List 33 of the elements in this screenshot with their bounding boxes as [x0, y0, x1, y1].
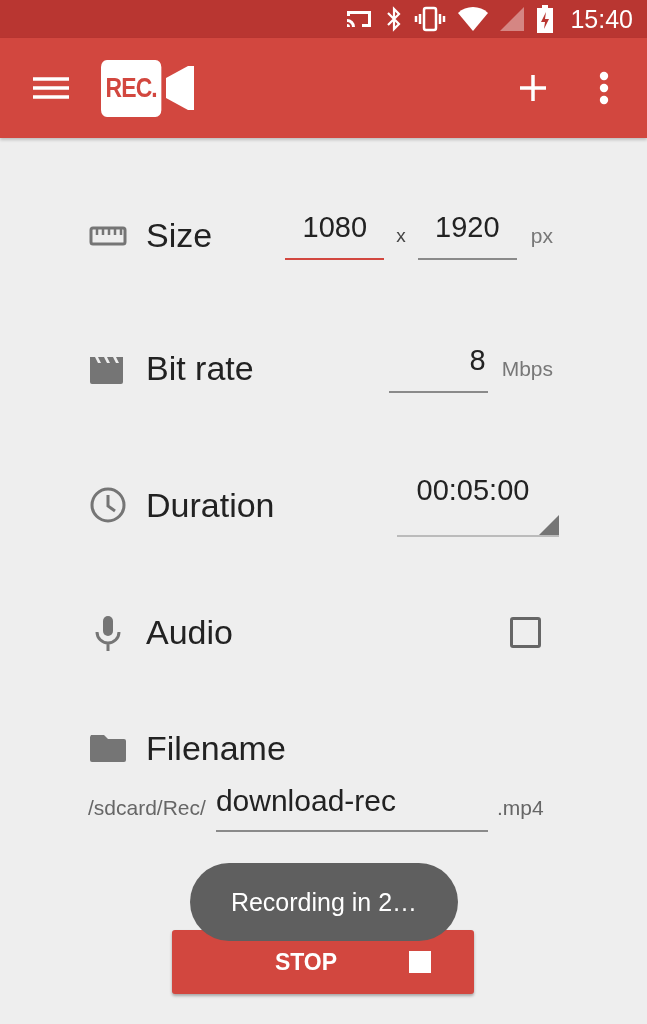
more-icon[interactable] [599, 71, 609, 105]
duration-dropdown[interactable]: 00:05:00 [397, 473, 559, 537]
menu-icon[interactable] [33, 76, 69, 100]
setting-label: Audio [146, 613, 233, 652]
vibrate-icon [414, 6, 447, 32]
audio-checkbox[interactable] [510, 617, 541, 648]
dropdown-arrow-icon [539, 514, 559, 535]
path-prefix: /sdcard/Rec/ [88, 796, 206, 820]
toast-message: Recording in 2… [190, 863, 458, 941]
clock-icon [88, 486, 128, 524]
setting-label: Filename [146, 728, 286, 768]
times-sign: x [396, 224, 406, 247]
add-icon[interactable] [519, 74, 547, 102]
clock-time: 15:40 [570, 4, 633, 34]
bitrate-input-field[interactable]: 8 [388, 344, 488, 393]
width-input-field[interactable]: 1080 [285, 211, 385, 260]
filename-input-field[interactable]: download-rec [215, 784, 488, 832]
unit-label: Mbps [501, 356, 553, 381]
setting-label: Size [146, 216, 213, 255]
ruler-icon [88, 224, 128, 247]
setting-label: Duration [146, 485, 275, 525]
unit-label: px [530, 223, 553, 248]
setting-label: Bit rate [146, 349, 254, 388]
height-input-field[interactable]: 1920 [417, 211, 517, 260]
signal-icon [500, 7, 525, 31]
app-logo: REC. [101, 59, 162, 117]
battery-icon [536, 5, 555, 33]
bluetooth-icon [386, 6, 403, 32]
camera-icon [166, 66, 194, 110]
extension-label: .mp4 [496, 796, 544, 820]
folder-icon [88, 733, 128, 763]
wifi-icon [458, 7, 489, 31]
stop-icon [409, 951, 432, 973]
